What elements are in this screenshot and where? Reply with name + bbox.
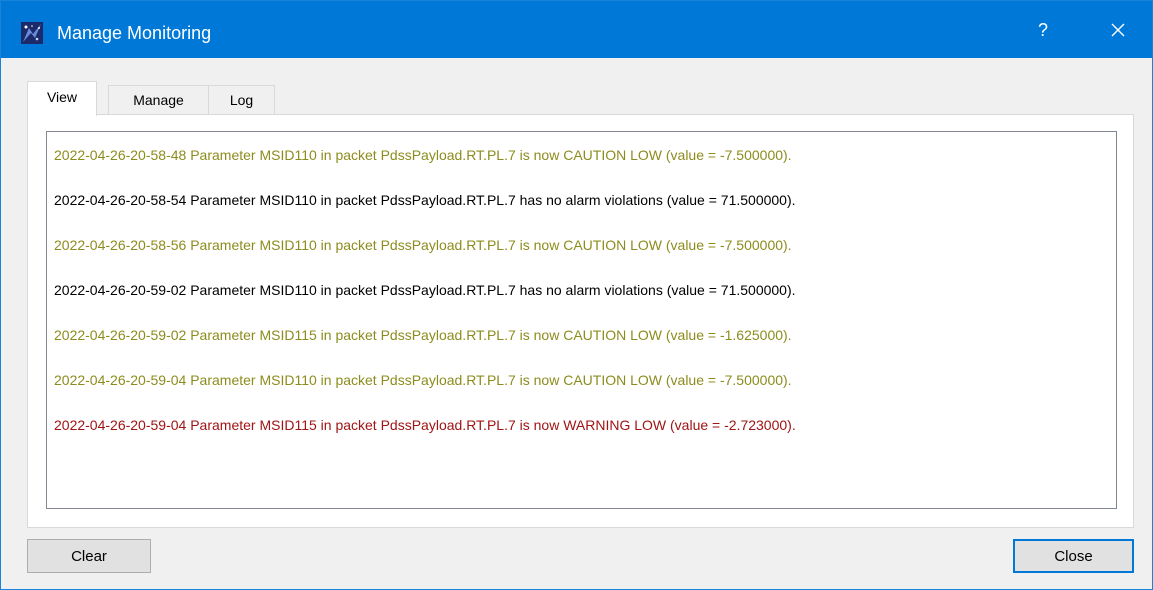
log-line: 2022-04-26-20-59-04 Parameter MSID110 in… bbox=[54, 372, 792, 388]
tab-manage[interactable]: Manage bbox=[108, 85, 209, 115]
close-icon bbox=[1111, 23, 1125, 37]
log-line: 2022-04-26-20-59-02 Parameter MSID110 in… bbox=[54, 282, 796, 298]
window-close-button[interactable] bbox=[1092, 11, 1144, 49]
close-button[interactable]: Close bbox=[1013, 539, 1134, 573]
help-button[interactable]: ? bbox=[1013, 11, 1073, 49]
title-bar[interactable]: Manage Monitoring ? bbox=[1, 1, 1152, 58]
tab-view[interactable]: View bbox=[27, 81, 97, 116]
log-line: 2022-04-26-20-59-02 Parameter MSID115 in… bbox=[54, 327, 792, 343]
log-line: 2022-04-26-20-58-48 Parameter MSID110 in… bbox=[54, 147, 792, 163]
clear-button[interactable]: Clear bbox=[27, 539, 151, 573]
log-line: 2022-04-26-20-59-04 Parameter MSID115 in… bbox=[54, 417, 796, 433]
window-title: Manage Monitoring bbox=[57, 23, 212, 43]
log-line: 2022-04-26-20-58-56 Parameter MSID110 in… bbox=[54, 237, 792, 253]
monitoring-log[interactable]: 2022-04-26-20-58-48 Parameter MSID110 in… bbox=[46, 131, 1117, 509]
application-logo-icon bbox=[21, 22, 43, 44]
manage-monitoring-dialog: Manage Monitoring ? View Manage Log 2022… bbox=[0, 0, 1153, 590]
log-line: 2022-04-26-20-58-54 Parameter MSID110 in… bbox=[54, 192, 796, 208]
tab-log[interactable]: Log bbox=[208, 85, 275, 115]
view-tab-pane: 2022-04-26-20-58-48 Parameter MSID110 in… bbox=[27, 114, 1134, 528]
